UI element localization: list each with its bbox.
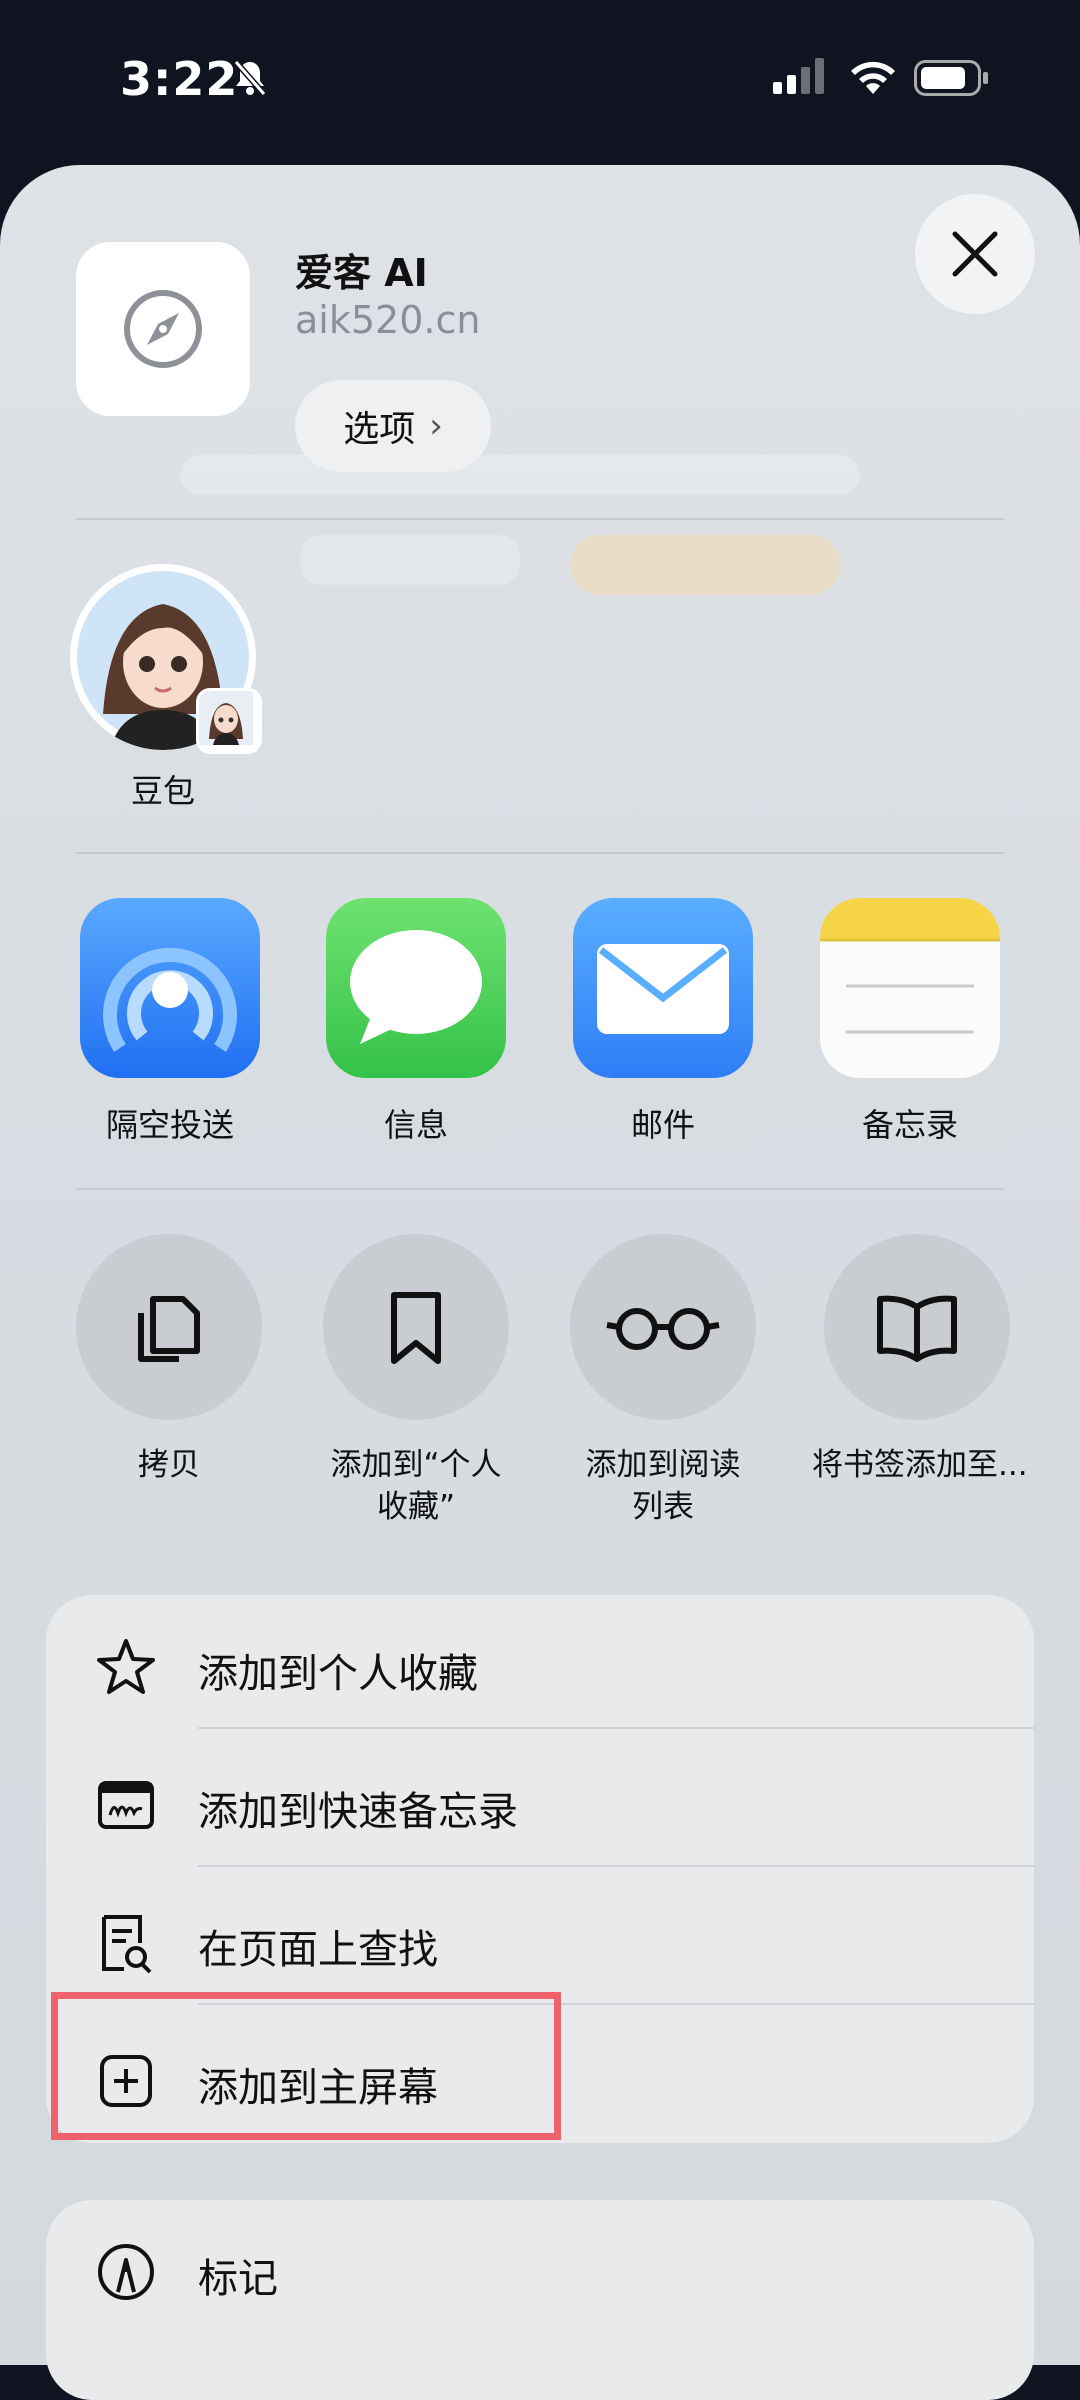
site-domain: aik520.cn [295,298,481,342]
app-label: 邮件 [630,1106,695,1144]
action-reading-list[interactable]: 添加到阅读 列表 [568,1234,758,1528]
background-blur [180,455,860,495]
status-bar: 3:22 [0,0,1080,165]
app-notes[interactable]: 备忘录 [820,898,1000,1146]
copy-icon [76,1234,262,1420]
menu-item-label: 添加到快速备忘录 [198,1789,518,1835]
notes-icon [820,898,1000,1078]
app-label: 隔空投送 [105,1106,234,1144]
app-label: 备忘录 [861,1106,958,1144]
options-button[interactable]: 选项 › [295,380,491,472]
markup-icon [96,2242,154,2300]
battery-icon [914,60,990,100]
action-copy[interactable]: 拷贝 [74,1234,264,1486]
close-icon [952,231,998,277]
app-airdrop[interactable]: 隔空投送 [80,898,260,1146]
site-icon [76,242,250,416]
menu-item-markup[interactable]: 标记 [46,2200,1034,2338]
action-menu-secondary: 标记 [46,2200,1034,2400]
action-add-favorites[interactable]: 添加到“个人 收藏” [321,1234,511,1528]
site-title: 爱客 AI [295,251,428,295]
divider [198,1865,1034,1867]
action-label: 拷贝 [138,1447,200,1483]
close-button[interactable] [915,194,1035,314]
action-label: 将书签添加至... [812,1447,1028,1483]
wifi-icon [848,58,898,100]
menu-item-add-favorites[interactable]: 添加到个人收藏 [46,1595,1034,1733]
menu-item-label: 标记 [198,2256,278,2302]
star-icon [96,1637,155,1694]
contact-name: 豆包 [130,772,195,810]
find-on-page-icon [96,1913,152,1974]
divider [76,852,1004,854]
glasses-icon [570,1234,756,1420]
options-label: 选项 [343,409,416,450]
mail-icon [573,898,753,1078]
compass-icon [124,290,202,368]
silent-bell-icon [230,58,270,102]
divider [76,518,1004,520]
book-icon [824,1234,1010,1420]
menu-item-quick-note[interactable]: 添加到快速备忘录 [46,1733,1034,1871]
background-blur [570,535,840,595]
status-time: 3:22 [120,52,239,106]
app-mail[interactable]: 邮件 [573,898,753,1146]
menu-item-find-on-page[interactable]: 在页面上查找 [46,1871,1034,2009]
action-label: 添加到阅读 列表 [585,1447,741,1525]
cellular-signal-icon [773,58,829,98]
divider [198,1727,1034,1729]
highlight-box [51,1992,561,2140]
background-blur [300,535,520,585]
app-label: 信息 [383,1106,448,1144]
menu-item-label: 添加到个人收藏 [198,1651,478,1697]
action-label: 添加到“个人 收藏” [330,1447,502,1525]
app-badge-icon [196,688,262,754]
menu-item-label: 在页面上查找 [198,1927,438,1973]
quick-note-icon [96,1775,154,1831]
app-messages[interactable]: 信息 [326,898,506,1146]
messages-icon [326,898,506,1078]
airdrop-icon [80,898,260,1078]
divider [76,1188,1004,1190]
bookmark-icon [323,1234,509,1420]
chevron-right-icon: › [429,406,443,446]
action-add-bookmark[interactable]: 将书签添加至... [812,1234,1028,1486]
